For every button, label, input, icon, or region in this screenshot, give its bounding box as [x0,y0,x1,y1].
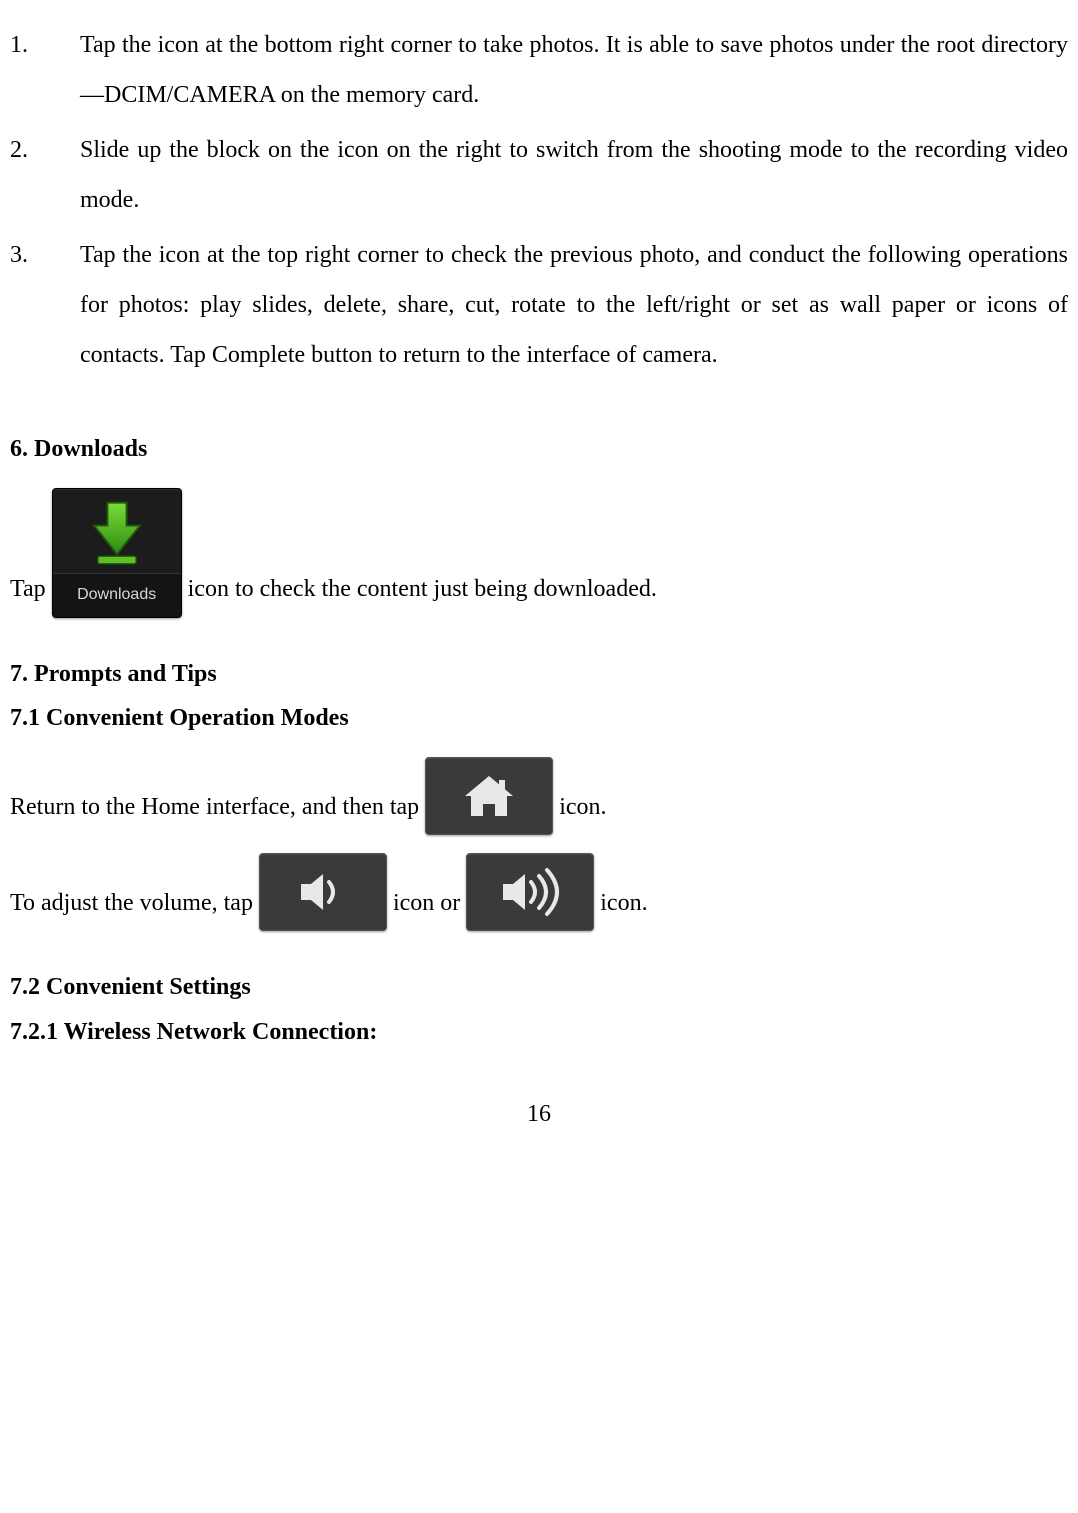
text-vol-mid: icon or [393,888,460,931]
text-vol-post: icon. [600,888,647,931]
subheading-wireless-network: 7.2.1 Wireless Network Connection: [10,1012,1068,1053]
heading-prompts: 7. Prompts and Tips [10,654,1068,695]
home-row: Return to the Home interface, and then t… [10,757,1068,835]
list-text: Tap the icon at the top right corner to … [80,230,1068,381]
list-item: 3. Tap the icon at the top right corner … [10,230,1068,381]
list-item: 2. Slide up the block on the icon on the… [10,125,1068,226]
subheading-operation-modes: 7.1 Convenient Operation Modes [10,698,1068,739]
volume-down-icon [259,853,387,931]
camera-instructions-list: 1. Tap the icon at the bottom right corn… [10,20,1068,381]
downloads-icon: Downloads [52,488,182,618]
list-text: Slide up the block on the icon on the ri… [80,125,1068,226]
downloads-row: Tap Downloads icon to check the content … [10,488,1068,618]
volume-row: To adjust the volume, tap icon or icon. [10,853,1068,931]
list-number: 3. [10,230,80,381]
subheading-convenient-settings: 7.2 Convenient Settings [10,967,1068,1008]
list-number: 1. [10,20,80,121]
text-vol-pre: To adjust the volume, tap [10,888,253,931]
text-post: icon to check the content just being dow… [188,574,657,617]
page-number: 16 [10,1089,1068,1139]
downloads-icon-label: Downloads [53,573,181,617]
list-number: 2. [10,125,80,226]
volume-up-icon [466,853,594,931]
text-pre: Tap [10,574,46,617]
text-home-pre: Return to the Home interface, and then t… [10,792,419,835]
list-item: 1. Tap the icon at the bottom right corn… [10,20,1068,121]
heading-downloads: 6. Downloads [10,429,1068,470]
text-home-post: icon. [559,792,606,835]
home-icon [425,757,553,835]
list-text: Tap the icon at the bottom right corner … [80,20,1068,121]
